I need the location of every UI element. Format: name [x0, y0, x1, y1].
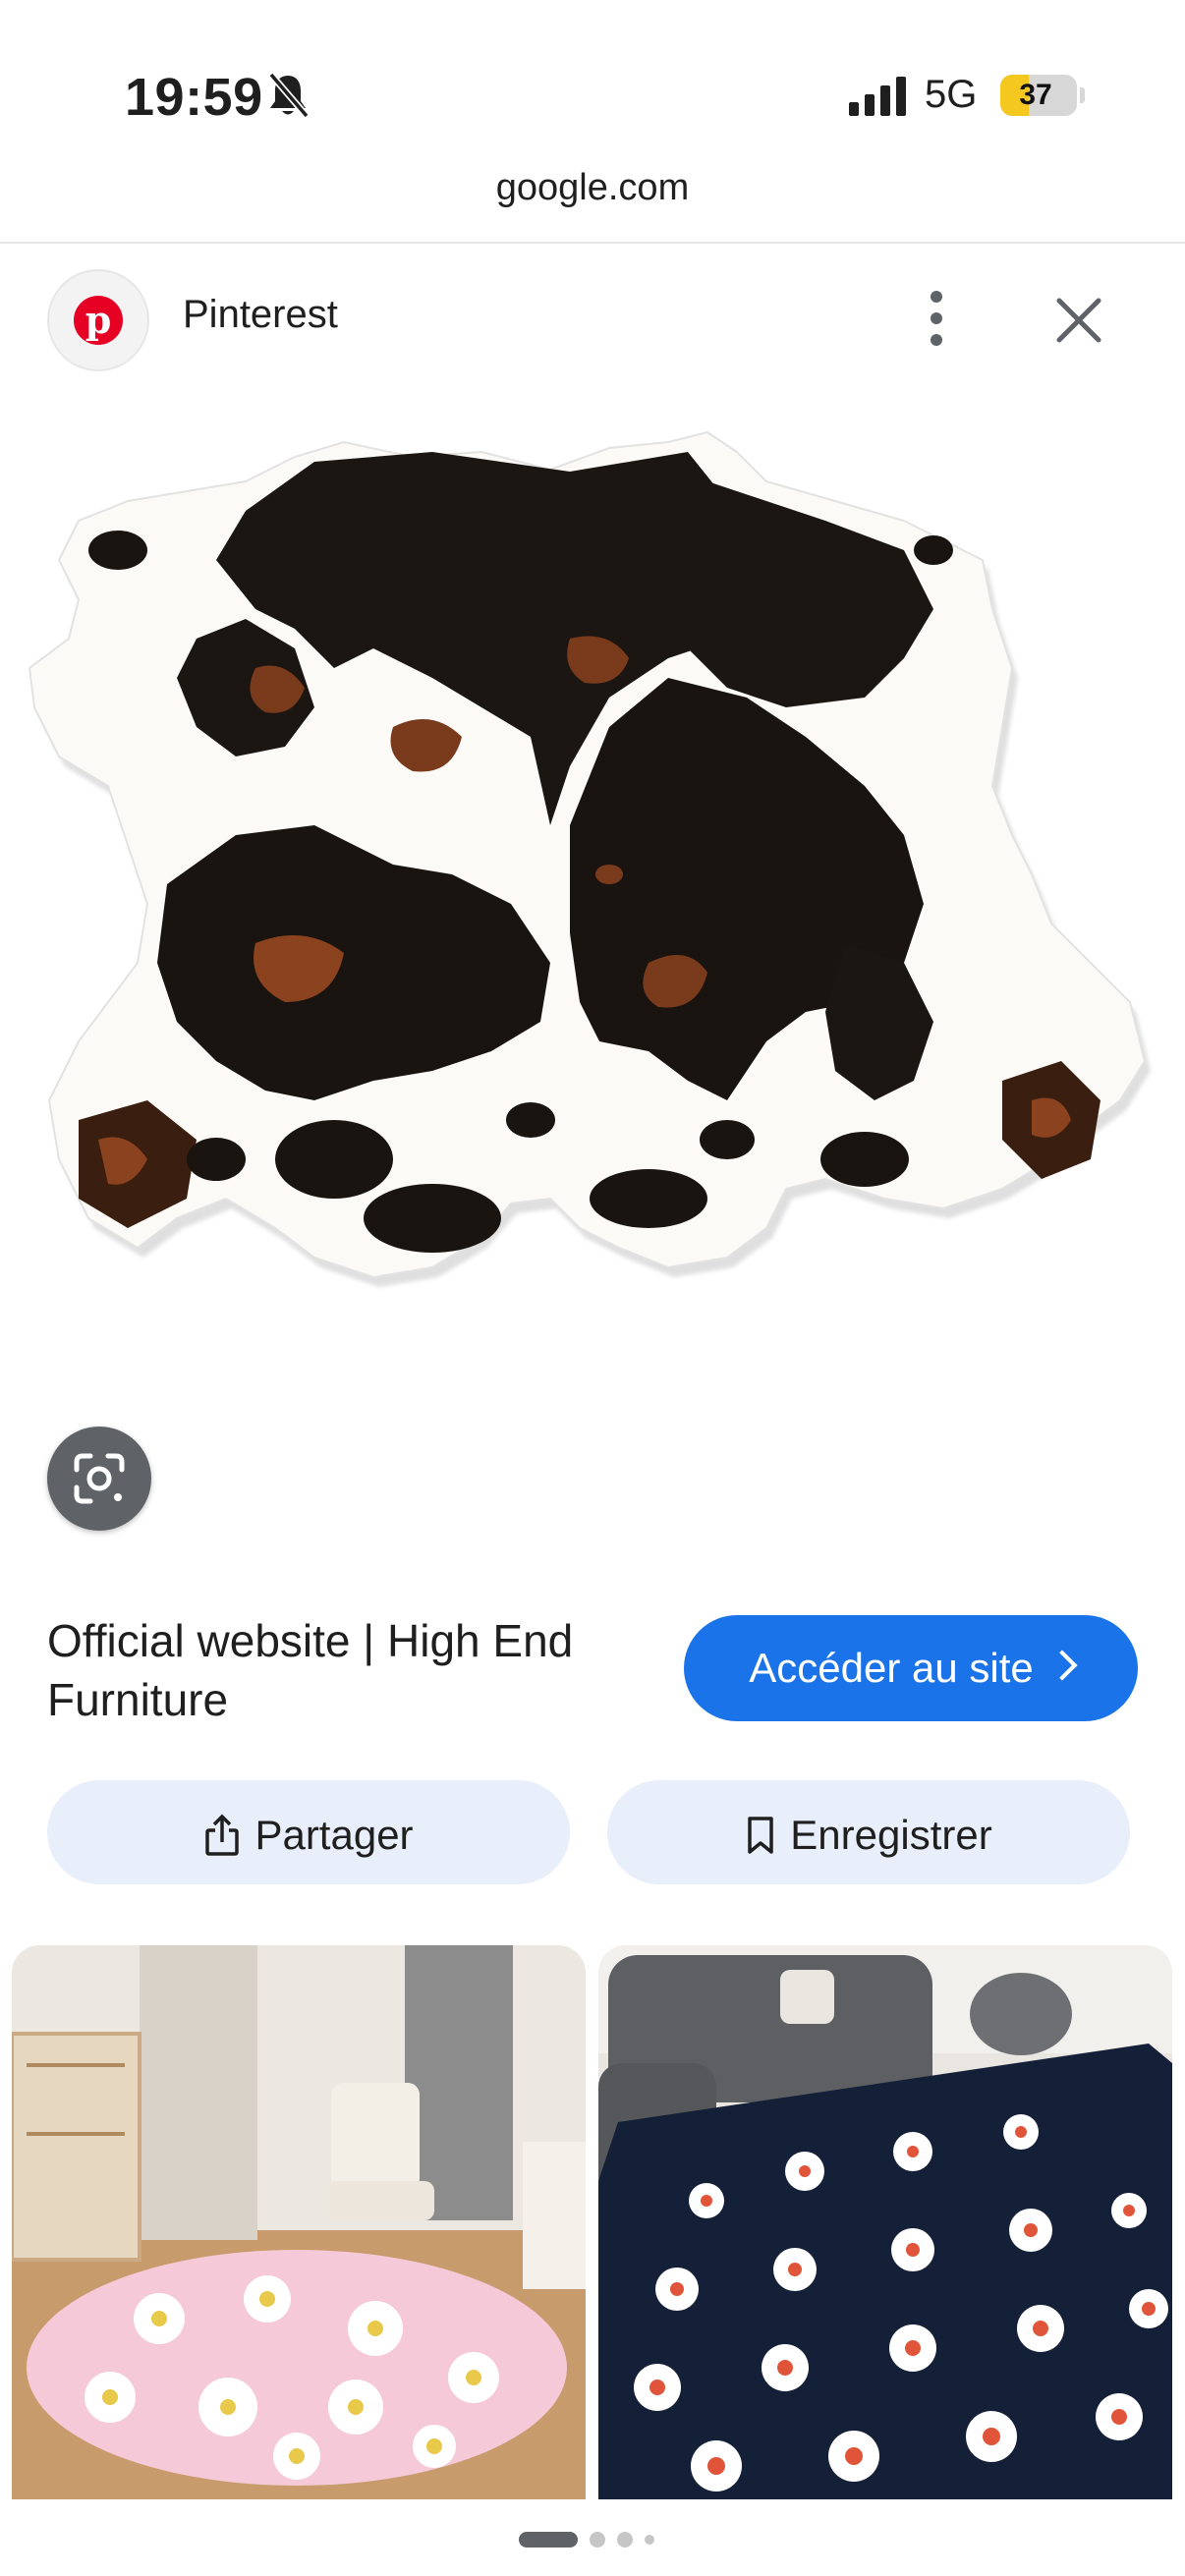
network-type: 5G [925, 73, 978, 116]
status-time: 19:59 [125, 68, 263, 127]
save-label: Enregistrer [790, 1811, 992, 1858]
bookmark-icon [748, 1817, 774, 1854]
visit-site-label: Accéder au site [749, 1645, 1034, 1691]
round-pink-daisy-rug-image [12, 1945, 586, 2499]
page-dot-active [519, 2532, 578, 2548]
source-name[interactable]: Pinterest [183, 293, 338, 337]
more-vert-icon[interactable] [914, 287, 959, 350]
page-dot [645, 2535, 654, 2545]
battery-percent: 37 [1019, 79, 1052, 111]
related-image[interactable] [12, 1945, 586, 2499]
pinterest-logo: p [74, 296, 123, 345]
share-button[interactable]: Partager [47, 1780, 570, 1884]
result-title[interactable]: Official website | High End Furniture [47, 1611, 656, 1729]
signal-icon [849, 77, 906, 116]
visit-site-button[interactable]: Accéder au site [684, 1615, 1138, 1721]
close-icon[interactable] [1051, 293, 1106, 348]
source-header: p Pinterest [0, 257, 1185, 375]
page-indicator [0, 2527, 1185, 2550]
share-icon [205, 1814, 240, 1856]
chevron-right-icon [1046, 1650, 1078, 1681]
related-image[interactable] [598, 1945, 1172, 2499]
google-lens-icon [74, 1453, 125, 1504]
lens-button[interactable] [47, 1427, 151, 1531]
url-bar[interactable]: google.com [0, 167, 1185, 242]
divider [0, 242, 1185, 244]
main-image[interactable] [20, 413, 1165, 1542]
page-dot [617, 2532, 633, 2548]
battery-tip [1080, 87, 1085, 103]
source-avatar[interactable]: p [47, 269, 149, 371]
page-dot [590, 2532, 605, 2548]
battery-icon: 37 [1000, 75, 1077, 116]
navy-daisy-rug-image [598, 1945, 1172, 2499]
save-button[interactable]: Enregistrer [607, 1780, 1130, 1884]
url-text: google.com [495, 167, 690, 208]
bell-slash-icon [268, 72, 310, 119]
share-label: Partager [254, 1811, 414, 1858]
status-bar: 19:59 5G 37 [0, 0, 1185, 147]
